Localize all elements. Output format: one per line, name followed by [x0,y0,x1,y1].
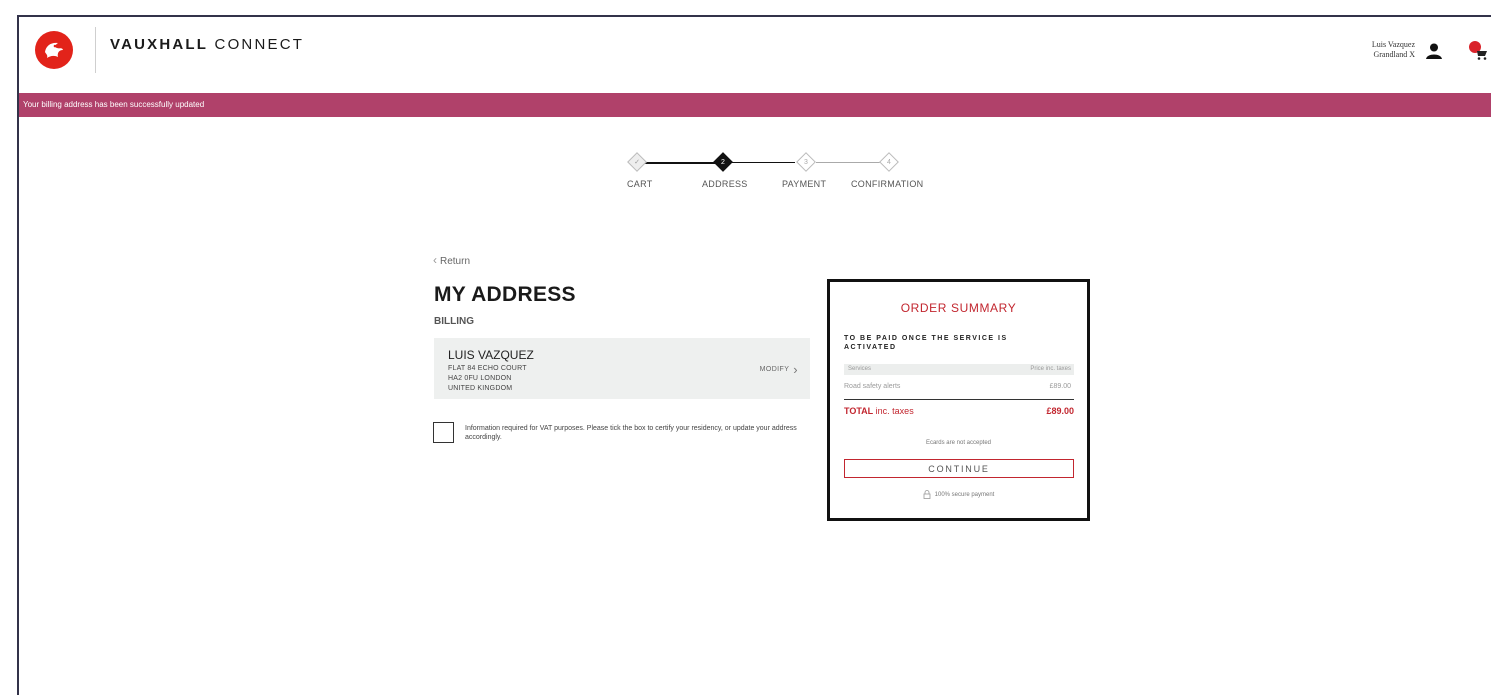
total-label-rest: inc. taxes [873,406,914,416]
user-name: Luis Vazquez [1371,40,1415,49]
item-name: Road safety alerts [844,383,901,390]
success-banner: Your billing address has been successful… [19,93,1491,117]
brand-bold: VAUXHALL [110,36,209,53]
step-marker-text: 3 [804,158,808,166]
billing-address-card: LUIS VAZQUEZ FLAT 84 ECHO COURT HA2 0FU … [434,338,810,399]
step-marker-text: 4 [887,158,891,166]
step-connector [816,162,881,163]
page-title: MY ADDRESS [434,283,576,306]
billing-section-label: BILLING [434,316,474,327]
step-marker-payment: 3 [796,152,816,172]
total-label-bold: TOTAL [844,406,874,416]
vat-notice: Information required for VAT purposes. P… [465,425,797,441]
address-line-3: UNITED KINGDOM [448,385,513,392]
col-price: Price inc. taxes [1030,366,1071,372]
step-marker-confirmation: 4 [879,152,899,172]
account-icon[interactable] [1425,42,1443,60]
summary-item-row: Road safety alerts £89.00 [844,383,1074,390]
payment-timing-note: TO BE PAID ONCE THE SERVICE IS ACTIVATED [844,335,1008,351]
logo-divider [95,27,96,73]
secure-payment-note: 100% secure payment [830,490,1087,499]
continue-button[interactable]: CONTINUE [844,459,1074,478]
summary-total-row: TOTAL inc. taxes £89.00 [844,406,1074,416]
step-marker-cart[interactable]: ✓ [627,152,647,172]
cart-icon[interactable] [1467,39,1489,61]
step-label-confirmation: CONFIRMATION [851,179,924,189]
checkout-stepper: ✓ 2 3 4 CART ADDRESS PAYMENT CONFIRMATIO… [609,151,939,201]
top-header: VAUXHALL CONNECT Luis Vazquez Grandland … [19,17,1491,93]
summary-table-header: Services Price inc. taxes [844,364,1074,375]
step-connector [732,162,795,163]
brand-name: VAUXHALL CONNECT [110,36,304,53]
brand-light: CONNECT [214,36,305,53]
step-marker-text: ✓ [634,159,640,166]
vauxhall-griffin-logo[interactable] [35,31,73,69]
vat-residency-checkbox[interactable] [433,422,454,443]
griffin-icon [45,42,63,58]
step-label-payment: PAYMENT [782,179,827,189]
order-summary-title: ORDER SUMMARY [900,301,1017,315]
total-value: £89.00 [1046,406,1074,416]
user-info[interactable]: Luis Vazquez Grandland X [1372,40,1415,60]
order-summary-panel: ORDER SUMMARY TO BE PAID ONCE THE SERVIC… [827,279,1090,521]
address-line-1: FLAT 84 ECHO COURT [448,365,527,372]
summary-divider [844,399,1074,400]
modify-label: MODIFY [759,366,790,373]
address-line-2: HA2 0FU LONDON [448,375,512,382]
modify-address-button[interactable]: MODIFY › [760,362,798,377]
step-label-cart[interactable]: CART [627,179,653,189]
lock-icon [923,490,931,499]
return-label: Return [440,256,471,267]
step-marker-address: 2 [713,152,733,172]
app-window: VAUXHALL CONNECT Luis Vazquez Grandland … [17,15,1491,695]
billing-name: LUIS VAZQUEZ [448,348,534,362]
chevron-right-icon: › [793,362,798,377]
col-services: Services [848,366,872,372]
secure-label: 100% secure payment [934,492,995,499]
chevron-left-icon: ‹ [433,253,437,267]
step-label-address: ADDRESS [702,179,748,189]
step-marker-text: 2 [721,158,725,166]
step-connector [640,162,717,164]
item-price: £89.00 [1049,383,1071,390]
vehicle-name: Grandland X [1373,50,1415,59]
return-link[interactable]: ‹ Return [433,253,470,267]
ecards-note: Ecards are not accepted [925,440,992,446]
